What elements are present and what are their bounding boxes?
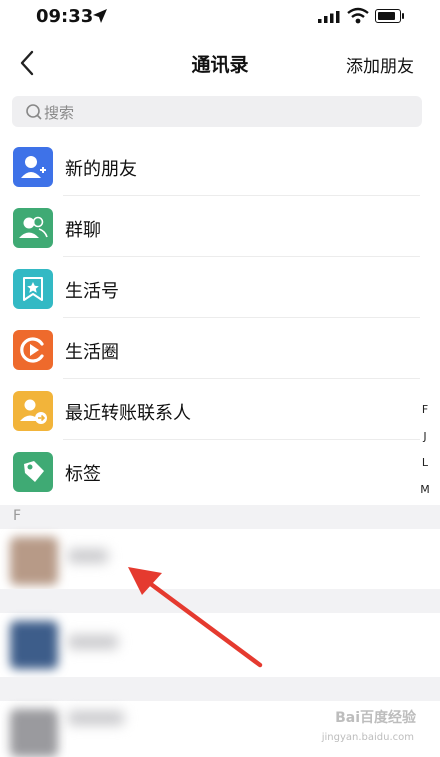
menu-item-life-account[interactable]: 生活号 xyxy=(0,257,420,318)
watermark-logo: Bai百度经验 xyxy=(335,710,416,726)
menu-item-label: 群聊 xyxy=(65,220,101,241)
search-icon xyxy=(26,104,42,120)
section-header: F xyxy=(0,505,440,529)
menu-item-label: 生活号 xyxy=(65,281,119,302)
location-arrow-icon xyxy=(93,9,107,23)
menu-list: 新的朋友 群聊 生活号 生活圈 最近转账联系人 标签 xyxy=(0,135,420,501)
menu-item-label: 生活圈 xyxy=(65,342,119,363)
signal-icon xyxy=(318,11,340,23)
menu-item-label: 新的朋友 xyxy=(65,159,137,180)
contact-name-blurred xyxy=(68,549,108,563)
menu-item-label: 最近转账联系人 xyxy=(65,403,191,424)
nav-bar: 通讯录 添加朋友 xyxy=(0,34,440,92)
transfer-contact-icon xyxy=(13,391,53,431)
group-chat-icon xyxy=(13,208,53,248)
tag-icon xyxy=(13,452,53,492)
life-circle-icon xyxy=(13,330,53,370)
index-letter[interactable]: L xyxy=(416,450,434,477)
section-letter: F xyxy=(13,508,22,524)
menu-item-new-friends[interactable]: 新的朋友 xyxy=(0,135,420,196)
wifi-icon xyxy=(347,7,369,24)
menu-item-tags[interactable]: 标签 xyxy=(0,440,420,501)
row-gap xyxy=(0,677,440,701)
contact-name-blurred xyxy=(68,711,124,725)
avatar xyxy=(10,537,58,585)
life-account-icon xyxy=(13,269,53,309)
index-letter[interactable]: M xyxy=(416,477,434,504)
status-bar: 09:33 xyxy=(0,0,440,34)
search-placeholder: 搜索 xyxy=(44,104,75,122)
search-input[interactable]: 搜索 xyxy=(12,96,422,127)
status-time: 09:33 xyxy=(36,6,94,27)
index-letter[interactable]: F xyxy=(416,397,434,424)
menu-item-recent-transfer[interactable]: 最近转账联系人 xyxy=(0,379,420,440)
add-friend-icon xyxy=(13,147,53,187)
watermark-url: jingyan.baidu.com xyxy=(321,732,414,743)
annotation-arrow xyxy=(128,567,263,668)
menu-item-life-circle[interactable]: 生活圈 xyxy=(0,318,420,379)
contact-name-blurred xyxy=(68,635,118,649)
index-letter[interactable]: J xyxy=(416,424,434,451)
menu-item-group-chat[interactable]: 群聊 xyxy=(0,196,420,257)
menu-item-label: 标签 xyxy=(65,464,101,485)
avatar xyxy=(10,709,58,757)
avatar xyxy=(10,621,58,669)
battery-icon xyxy=(375,9,404,23)
add-friend-button[interactable]: 添加朋友 xyxy=(346,52,414,77)
